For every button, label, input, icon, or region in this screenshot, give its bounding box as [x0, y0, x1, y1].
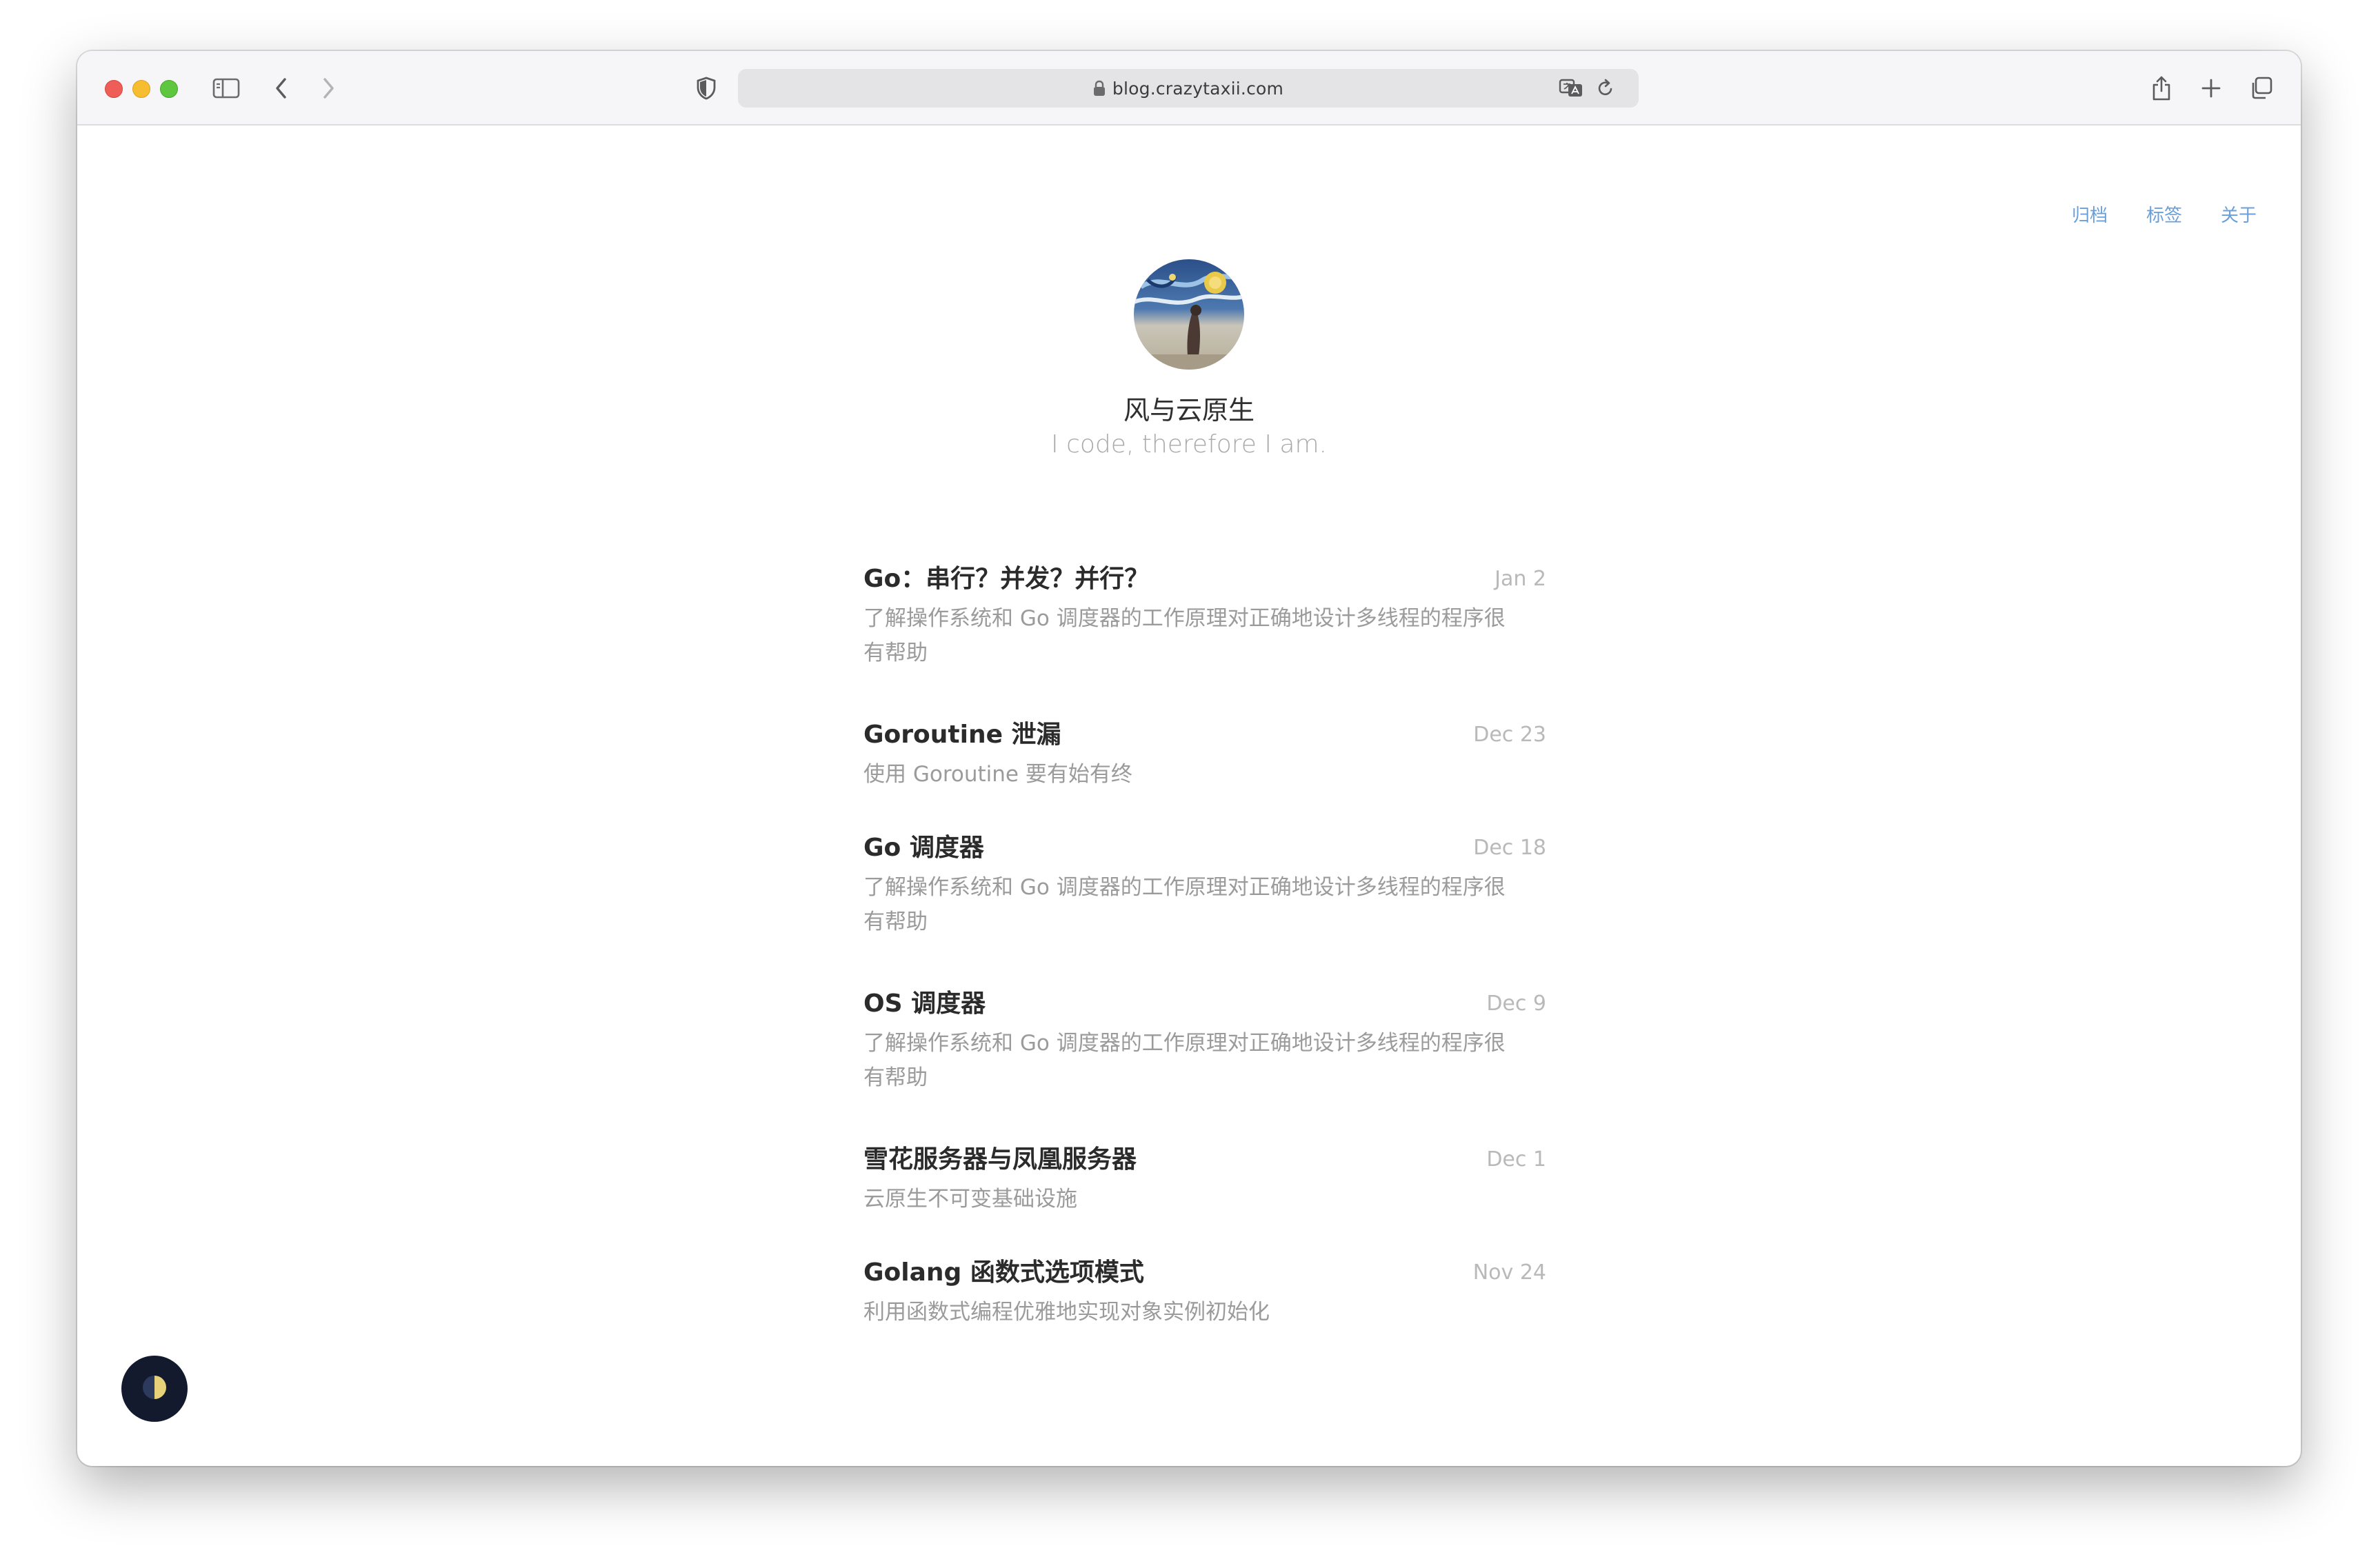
post-item[interactable]: 雪花服务器与凤凰服务器 Dec 1 云原生不可变基础设施: [863, 1142, 1546, 1216]
post-date: Jan 2: [1495, 567, 1546, 591]
shield-icon[interactable]: [690, 72, 723, 105]
post-item[interactable]: Goroutine 泄漏 Dec 23 使用 Goroutine 要有始有终: [863, 717, 1546, 792]
post-item[interactable]: OS 调度器 Dec 9 了解操作系统和 Go 调度器的工作原理对正确地设计多线…: [863, 986, 1546, 1095]
chevron-right-icon[interactable]: [312, 72, 345, 105]
post-title[interactable]: Golang 函数式选项模式: [863, 1255, 1546, 1291]
zoom-window-button[interactable]: [160, 80, 178, 98]
lock-icon: [1093, 80, 1106, 97]
post-item[interactable]: Go 调度器 Dec 18 了解操作系统和 Go 调度器的工作原理对正确地设计多…: [863, 830, 1546, 939]
post-description: 利用函数式编程优雅地实现对象实例初始化: [863, 1300, 1270, 1325]
post-description: 使用 Goroutine 要有始有终: [863, 762, 1132, 787]
sidebar-icon[interactable]: [210, 72, 243, 105]
plus-icon[interactable]: [2195, 72, 2228, 105]
close-window-button[interactable]: [105, 80, 123, 98]
browser-window: blog.crazytaxii.com 归档 标签 关于 风与云原生 I cod…: [77, 51, 2301, 1466]
url-label: blog.crazytaxii.com: [1112, 78, 1284, 99]
screen: blog.crazytaxii.com 归档 标签 关于 风与云原生 I cod…: [0, 0, 2378, 1568]
address-bar[interactable]: blog.crazytaxii.com: [738, 69, 1639, 108]
avatar[interactable]: [1134, 259, 1244, 370]
site-title: 风与云原生: [1123, 395, 1255, 425]
post-title[interactable]: Goroutine 泄漏: [863, 717, 1546, 753]
half-moon-icon: [141, 1374, 168, 1404]
nav-link-tags[interactable]: 标签: [2146, 201, 2182, 227]
post-date: Dec 9: [1486, 992, 1546, 1016]
translate-icon[interactable]: [1555, 72, 1588, 105]
address-text: blog.crazytaxii.com: [738, 69, 1639, 108]
post-title[interactable]: Go：串行？并发？并行？: [863, 561, 1546, 597]
post-title[interactable]: OS 调度器: [863, 986, 1546, 1022]
post-description: 云原生不可变基础设施: [863, 1187, 1077, 1212]
nav-link-archive[interactable]: 归档: [2072, 201, 2108, 227]
post-description: 了解操作系统和 Go 调度器的工作原理对正确地设计多线程的程序很有帮助: [863, 875, 1506, 934]
browser-toolbar: blog.crazytaxii.com: [77, 51, 2301, 125]
post-description: 了解操作系统和 Go 调度器的工作原理对正确地设计多线程的程序很有帮助: [863, 1031, 1506, 1090]
post-title[interactable]: 雪花服务器与凤凰服务器: [863, 1142, 1546, 1178]
post-date: Dec 18: [1473, 836, 1546, 860]
post-description: 了解操作系统和 Go 调度器的工作原理对正确地设计多线程的程序很有帮助: [863, 606, 1506, 665]
post-date: Dec 1: [1486, 1147, 1546, 1172]
site-nav: 归档 标签 关于: [2072, 201, 2257, 227]
tabs-overview-icon[interactable]: [2244, 72, 2277, 105]
site-subtitle: I code, therefore I am.: [1051, 430, 1327, 459]
theme-toggle-button[interactable]: [121, 1356, 188, 1422]
post-date: Dec 23: [1473, 723, 1546, 747]
post-item[interactable]: Golang 函数式选项模式 Nov 24 利用函数式编程优雅地实现对象实例初始…: [863, 1255, 1546, 1329]
post-title[interactable]: Go 调度器: [863, 830, 1546, 866]
nav-link-about[interactable]: 关于: [2221, 201, 2257, 227]
post-item[interactable]: Go：串行？并发？并行？ Jan 2 了解操作系统和 Go 调度器的工作原理对正…: [863, 561, 1546, 670]
minimize-window-button[interactable]: [132, 80, 150, 98]
post-list: Go：串行？并发？并行？ Jan 2 了解操作系统和 Go 调度器的工作原理对正…: [863, 561, 1546, 1329]
share-icon[interactable]: [2145, 72, 2178, 105]
reload-icon[interactable]: [1589, 72, 1622, 105]
post-date: Nov 24: [1472, 1260, 1546, 1285]
chevron-left-icon[interactable]: [265, 72, 298, 105]
